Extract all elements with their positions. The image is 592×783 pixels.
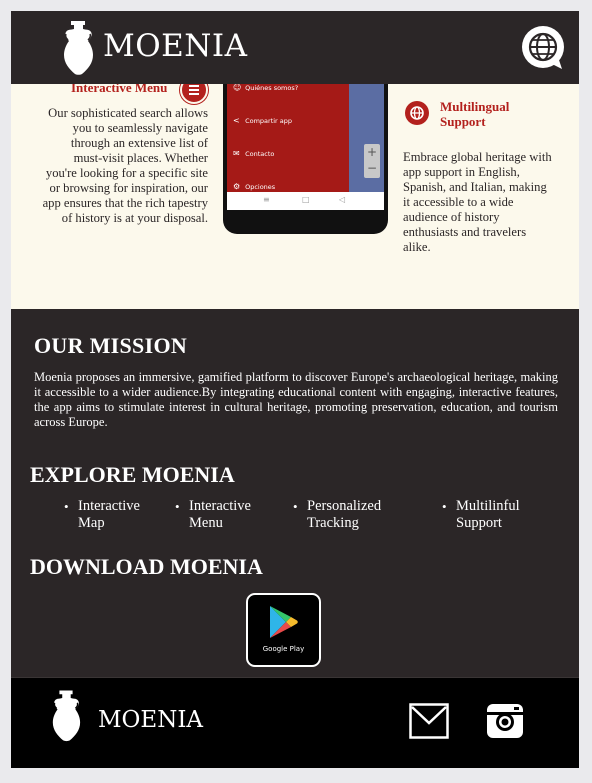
explore-item-menu[interactable]: Interactive Menu: [175, 498, 279, 532]
instagram-icon[interactable]: [486, 703, 524, 739]
translate-icon: [405, 101, 429, 125]
interactive-menu-text: Our sophisticated search allows you to s…: [42, 106, 208, 225]
google-play-icon: [270, 606, 298, 638]
globe-icon[interactable]: [520, 25, 566, 71]
home-icon: □: [302, 195, 310, 204]
map-zoom-control: + −: [364, 144, 380, 178]
features-section: Interactive Menu Our sophisticated searc…: [11, 84, 579, 309]
google-play-label: Google Play: [262, 645, 305, 653]
explore-item-tracking[interactable]: Personalized Tracking: [293, 498, 407, 532]
phone-side-menu: ☺ Quiénes somos? < Compartir app ✉ Conta…: [227, 84, 349, 192]
footer-logo-text[interactable]: MOENIA: [98, 707, 203, 733]
amphora-logo-icon[interactable]: [61, 19, 95, 75]
question-icon: ☺: [233, 84, 242, 92]
phone-mockup: ☺ Quiénes somos? < Compartir app ✉ Conta…: [223, 84, 388, 234]
phone-screen: ☺ Quiénes somos? < Compartir app ✉ Conta…: [227, 84, 384, 210]
page-frame: MOENIA Interactive Menu Our sophisticate…: [11, 11, 579, 768]
recent-apps-icon: ≡: [263, 195, 270, 204]
site-footer: MOENIA: [11, 677, 579, 768]
mail-icon[interactable]: [409, 703, 449, 739]
multilingual-title: Multilingual Support: [440, 99, 510, 129]
phone-nav-bar: ≡ □ ◁: [227, 192, 384, 210]
explore-title: EXPLORE MOENIA: [30, 462, 235, 487]
multilingual-text: Embrace global heritage with app support…: [403, 150, 552, 254]
list-icon: [180, 84, 208, 104]
google-play-button[interactable]: Google Play: [246, 593, 321, 667]
mission-title: OUR MISSION: [34, 333, 188, 358]
phone-menu-item: ✉ Contacto: [233, 149, 275, 158]
gear-icon: ⚙: [233, 182, 241, 191]
mission-text: Moenia proposes an immersive, gamified p…: [34, 370, 558, 429]
download-title: DOWNLOAD MOENIA: [30, 554, 263, 579]
phone-menu-item: ☺ Quiénes somos?: [233, 84, 299, 92]
share-icon: <: [233, 116, 240, 125]
explore-item-map[interactable]: Interactive Map: [64, 498, 168, 532]
site-header: MOENIA: [11, 11, 579, 84]
phone-menu-item: < Compartir app: [233, 116, 293, 125]
amphora-logo-icon[interactable]: [50, 686, 82, 744]
phone-menu-item: ⚙ Opciones: [233, 182, 276, 191]
interactive-menu-title: Interactive Menu: [71, 84, 168, 95]
logo-text[interactable]: MOENIA: [103, 28, 248, 64]
back-icon: ◁: [339, 195, 346, 204]
explore-item-multilingual[interactable]: Multilinful Support: [442, 498, 556, 532]
mail-small-icon: ✉: [233, 149, 240, 158]
